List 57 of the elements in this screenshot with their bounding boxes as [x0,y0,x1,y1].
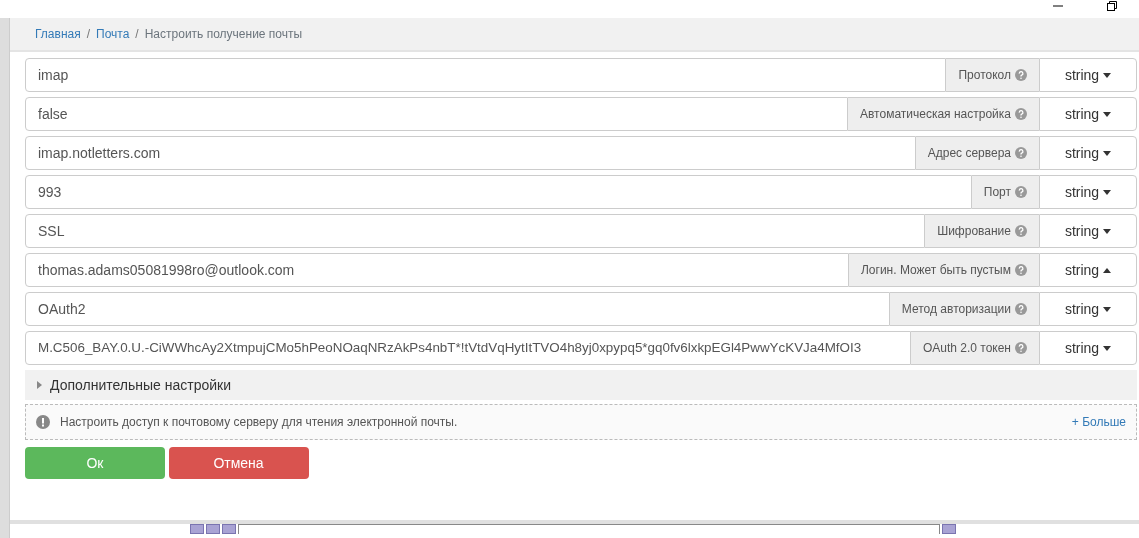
breadcrumb-current: Настроить получение почты [144,26,303,43]
field-label: Метод авторизации [901,301,1011,318]
type-dropdown[interactable]: string [1039,58,1137,92]
caret-icon [1103,267,1112,273]
type-dropdown[interactable]: string [1039,292,1137,326]
help-icon [1015,342,1027,354]
caret-icon [1103,111,1112,117]
type-dropdown[interactable]: string [1039,97,1137,131]
type-dropdown[interactable]: string [1039,253,1137,287]
field-label: Шифрование [937,223,1011,240]
input-field[interactable]: M.C506_BAY.0.U.-CiWWhcAy2XtmpujCMo5hPeoNOaqNRzAkPs4nbT*!tVtdVqHytItTVO4h8yj0xpypq5*gq0fv6lxkpEGl4PwwYcKVJa4MfOI3 [25,331,911,365]
caret-icon [37,381,42,389]
help-icon [1015,69,1027,81]
help-icon [1015,147,1027,159]
type-dropdown[interactable]: string [1039,214,1137,248]
help-icon [1015,108,1027,120]
caret-icon [1103,150,1112,156]
input-field[interactable]: imap.notletters.com [25,136,916,170]
input-field[interactable] [238,524,940,534]
type-dropdown[interactable]: string [1039,175,1137,209]
field-label: Адрес сервера [927,145,1011,162]
toolbar-icon[interactable] [190,524,204,534]
input-field[interactable]: false [25,97,848,131]
breadcrumb-link[interactable]: Почта [96,25,130,43]
caret-icon [1103,189,1112,195]
type-dropdown[interactable]: string [1039,136,1137,170]
warning-icon [36,415,50,429]
toolbar-icon[interactable] [942,524,956,534]
caret-icon [1103,228,1112,234]
info-text: Настроить доступ к почтовому серверу для чтения электронной почты. [60,414,458,431]
help-icon [1015,264,1027,276]
restore-icon[interactable] [1106,0,1118,12]
cancel-button[interactable]: Отмена [168,447,309,479]
input-field[interactable]: imap [25,58,947,92]
field-label: Автоматическая настройка [860,106,1011,123]
caret-icon [1103,72,1112,78]
help-icon [1015,303,1027,315]
field-label: Логин. Может быть пустым [860,262,1011,279]
input-field[interactable]: OAuth2 [25,292,890,326]
caret-icon [1103,345,1112,351]
caret-icon [1103,306,1112,312]
toolbar-icon[interactable] [206,524,220,534]
field-label: Протокол [958,67,1011,84]
breadcrumb-separator: / [86,26,91,43]
help-icon [1015,225,1027,237]
breadcrumb-separator: / [135,26,139,43]
type-dropdown[interactable]: string [1039,331,1137,365]
breadcrumb-link[interactable]: Главная [35,25,81,43]
field-label: Порт [983,184,1011,201]
advanced-settings-toggle[interactable]: Дополнительные настройки [25,370,1137,400]
input-field[interactable]: thomas.adams05081998ro@outlook.com [25,253,849,287]
input-field[interactable]: 993 [25,175,972,209]
field-label: OAuth 2.0 токен [922,340,1011,357]
more-link[interactable]: + Больше [1071,413,1126,431]
toolbar-icon[interactable] [222,524,236,534]
input-field[interactable]: SSL [25,214,926,248]
help-icon [1015,186,1027,198]
